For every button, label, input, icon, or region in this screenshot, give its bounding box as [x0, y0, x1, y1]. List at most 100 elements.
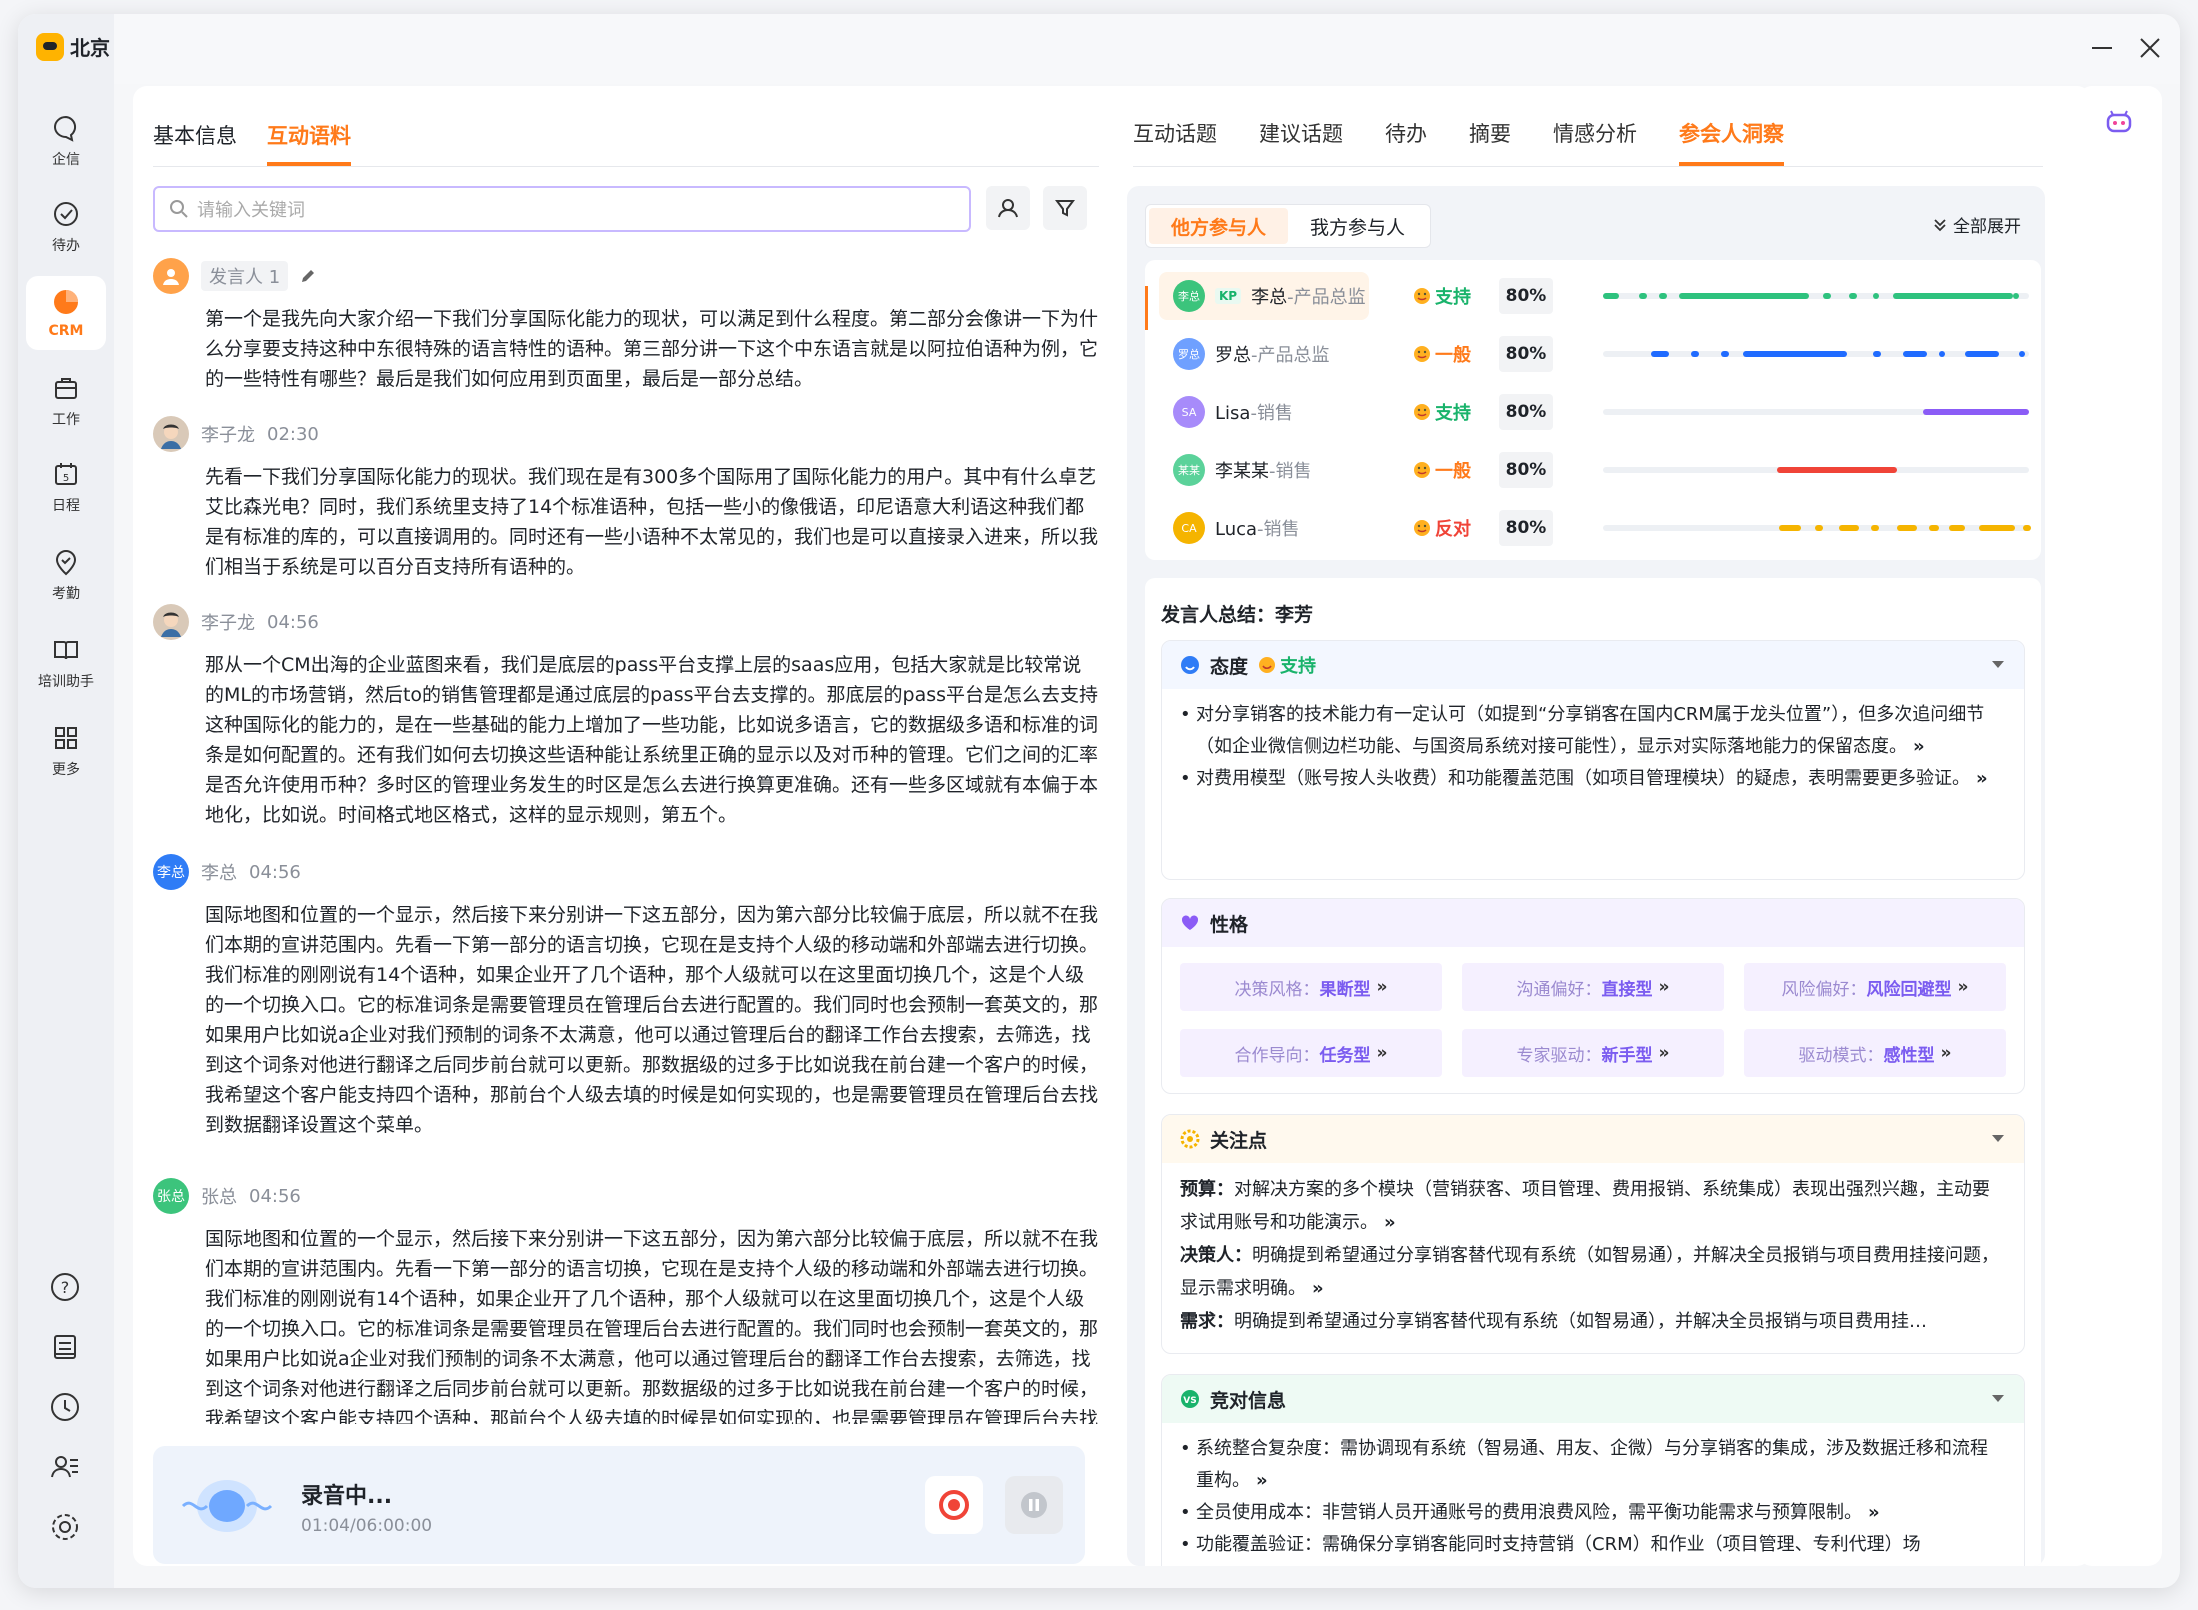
sidebar-item-label: 考勤: [52, 586, 80, 602]
edit-icon[interactable]: [300, 268, 316, 284]
tab-todo[interactable]: 待办: [1385, 118, 1427, 166]
message-item: 李子龙 04:56 那从一个CM出海的企业蓝图来看，我们是底层的pass平台支撑…: [153, 604, 1099, 830]
personality-tag[interactable]: 沟通偏好： 直接型»: [1462, 963, 1724, 1011]
sidebar-item-label: 待办: [52, 238, 80, 254]
personality-tag[interactable]: 风险偏好： 风险回避型»: [1744, 963, 2006, 1011]
participant-tabs: 他方参与人 我方参与人: [1145, 204, 1431, 248]
sidebar-item-qixin[interactable]: 企信: [26, 104, 106, 178]
participant-role: -销售: [1269, 461, 1312, 482]
pause-recording-button[interactable]: [1005, 1476, 1063, 1534]
timeline-segment: [1815, 525, 1823, 531]
timeline-segment: [1965, 351, 1999, 357]
attitude-point-text: 对费用模型（账号按人头收费）和功能覆盖范围（如项目管理模块）的疑虑，表明需要更多…: [1196, 768, 1970, 789]
tab-other-party[interactable]: 他方参与人: [1149, 208, 1288, 244]
speaker-filter-button[interactable]: [986, 186, 1030, 230]
double-chevron-down-icon: [1934, 218, 1946, 231]
tab-basic-info[interactable]: 基本信息: [153, 120, 237, 166]
help-icon[interactable]: ?: [48, 1270, 82, 1304]
tag-key: 沟通偏好：: [1516, 979, 1602, 1000]
avatar: [153, 416, 189, 452]
filter-icon: [1055, 200, 1075, 217]
sidebar-item-todo[interactable]: 待办: [26, 190, 106, 264]
tab-suggested-topics[interactable]: 建议话题: [1259, 118, 1343, 166]
collapse-icon[interactable]: [1992, 1135, 2004, 1142]
location-check-icon: [55, 550, 77, 576]
talk-ratio: 80%: [1499, 510, 1553, 546]
speaker-name: 李总: [201, 863, 237, 884]
expand-all-button[interactable]: 全部展开: [1933, 212, 2021, 237]
avatar-face-icon: [161, 424, 181, 449]
participant-row[interactable]: 罗总 罗总-产品总监 一般 80%: [1159, 330, 2039, 378]
participant-role: -销售: [1250, 403, 1293, 424]
personality-tag[interactable]: 决策风格： 果断型»: [1180, 963, 1442, 1011]
assistant-bot-icon[interactable]: [2104, 106, 2134, 136]
grid-icon: [55, 727, 77, 749]
attitude-text: 支持: [1435, 403, 1471, 424]
tag-key: 决策风格：: [1234, 979, 1320, 1000]
tab-sentiment[interactable]: 情感分析: [1553, 118, 1637, 166]
sidebar-item-attendance[interactable]: 考勤: [26, 538, 106, 612]
happy-face-icon: [1259, 657, 1276, 673]
sidebar-item-more[interactable]: 更多: [26, 714, 106, 788]
sidebar-item-schedule[interactable]: 5 日程: [26, 450, 106, 524]
selection-indicator: [1145, 286, 1148, 330]
timeline-segment: [1779, 525, 1801, 531]
speaker-summary: 发言人总结：李芳 态度 支持 对分享销客的技术能力有一定认可（如提到“分享销客在…: [1145, 578, 2041, 1566]
timeline-segment: [1603, 293, 1619, 299]
tag-value: 果断型: [1319, 979, 1371, 1000]
message-item: 李子龙 02:30 先看一下我们分享国际化能力的现状。我们现在是有300多个国际…: [153, 416, 1099, 582]
attitude-header[interactable]: 态度 支持: [1162, 641, 2024, 689]
collapse-icon[interactable]: [1992, 1395, 2004, 1402]
filter-button[interactable]: [1043, 186, 1087, 230]
settings-icon[interactable]: [48, 1510, 82, 1544]
focus-key: 预算：: [1180, 1179, 1234, 1200]
sidebar-item-crm[interactable]: CRM: [26, 276, 106, 350]
sidebar-item-training[interactable]: 培训助手: [26, 626, 106, 700]
focus-item: 决策人：明确提到希望通过分享销客替代现有系统（如智易通），并解决全员报销与项目费…: [1180, 1245, 1999, 1299]
participant-role: -产品总监: [1287, 287, 1366, 308]
attitude-badge: 支持: [1413, 399, 1471, 425]
tab-summary[interactable]: 摘要: [1469, 118, 1511, 166]
kp-badge: KP: [1215, 288, 1242, 304]
timeline-segment: [1873, 351, 1881, 357]
tag-value: 直接型: [1601, 979, 1653, 1000]
tab-interaction-topics[interactable]: 互动话题: [1133, 118, 1217, 166]
emoji-face-icon: [1414, 462, 1430, 478]
timeline-segment: [1691, 351, 1699, 357]
attitude-badge: 一般: [1413, 457, 1471, 483]
timeline-segment: [1777, 467, 1897, 473]
focus-header[interactable]: 关注点: [1162, 1115, 2024, 1163]
collapse-icon[interactable]: [1992, 661, 2004, 668]
contacts-icon[interactable]: [48, 1450, 82, 1484]
sidebar-item-work[interactable]: 工作: [26, 364, 106, 438]
personality-tag[interactable]: 驱动模式： 感性型»: [1744, 1029, 2006, 1077]
participant-name: 李总-产品总监: [1251, 283, 1366, 309]
search-input[interactable]: 请输入关键词: [153, 186, 971, 232]
attitude-point: 对分享销客的技术能力有一定认可（如提到“分享销客在国内CRM属于龙头位置”），但…: [1162, 699, 2024, 763]
talk-ratio: 80%: [1499, 452, 1553, 488]
attitude-text: 反对: [1435, 519, 1471, 540]
clock-icon[interactable]: [48, 1390, 82, 1424]
attitude-badge: 反对: [1413, 515, 1471, 541]
tab-participant-insight[interactable]: 参会人洞察: [1679, 118, 1784, 166]
notes-icon[interactable]: [48, 1330, 82, 1364]
stop-recording-button[interactable]: [925, 1476, 983, 1534]
participant-row[interactable]: CA Luca-销售 反对 80%: [1159, 504, 2039, 552]
focus-value: 明确提到希望通过分享销客替代现有系统（如智易通），并解决全员报销与项目费用挂接问…: [1180, 1245, 1999, 1299]
participant-row[interactable]: 某某 李某某-销售 一般 80%: [1159, 446, 2039, 494]
minimize-icon[interactable]: [2082, 28, 2122, 68]
participant-name: Lisa-销售: [1215, 399, 1293, 425]
app-title: 北京: [70, 36, 110, 60]
participant-row[interactable]: 李总 KP 李总-产品总监 支持 80%: [1159, 272, 2039, 320]
tab-our-party[interactable]: 我方参与人: [1288, 208, 1427, 244]
participant-row[interactable]: SA Lisa-销售 支持 80%: [1159, 388, 2039, 436]
timeline-segment: [1871, 525, 1879, 531]
emoji-face-icon: [1414, 346, 1430, 362]
personality-tag[interactable]: 合作导向： 任务型»: [1180, 1029, 1442, 1077]
competitor-header[interactable]: VS 竞对信息: [1162, 1375, 2024, 1423]
sidebar-item-label: 工作: [52, 412, 80, 428]
participant-name-text: 李总: [1251, 287, 1288, 308]
close-icon[interactable]: [2130, 28, 2170, 68]
personality-tag[interactable]: 专家驱动： 新手型»: [1462, 1029, 1724, 1077]
tab-interaction-corpus[interactable]: 互动语料: [267, 120, 351, 166]
